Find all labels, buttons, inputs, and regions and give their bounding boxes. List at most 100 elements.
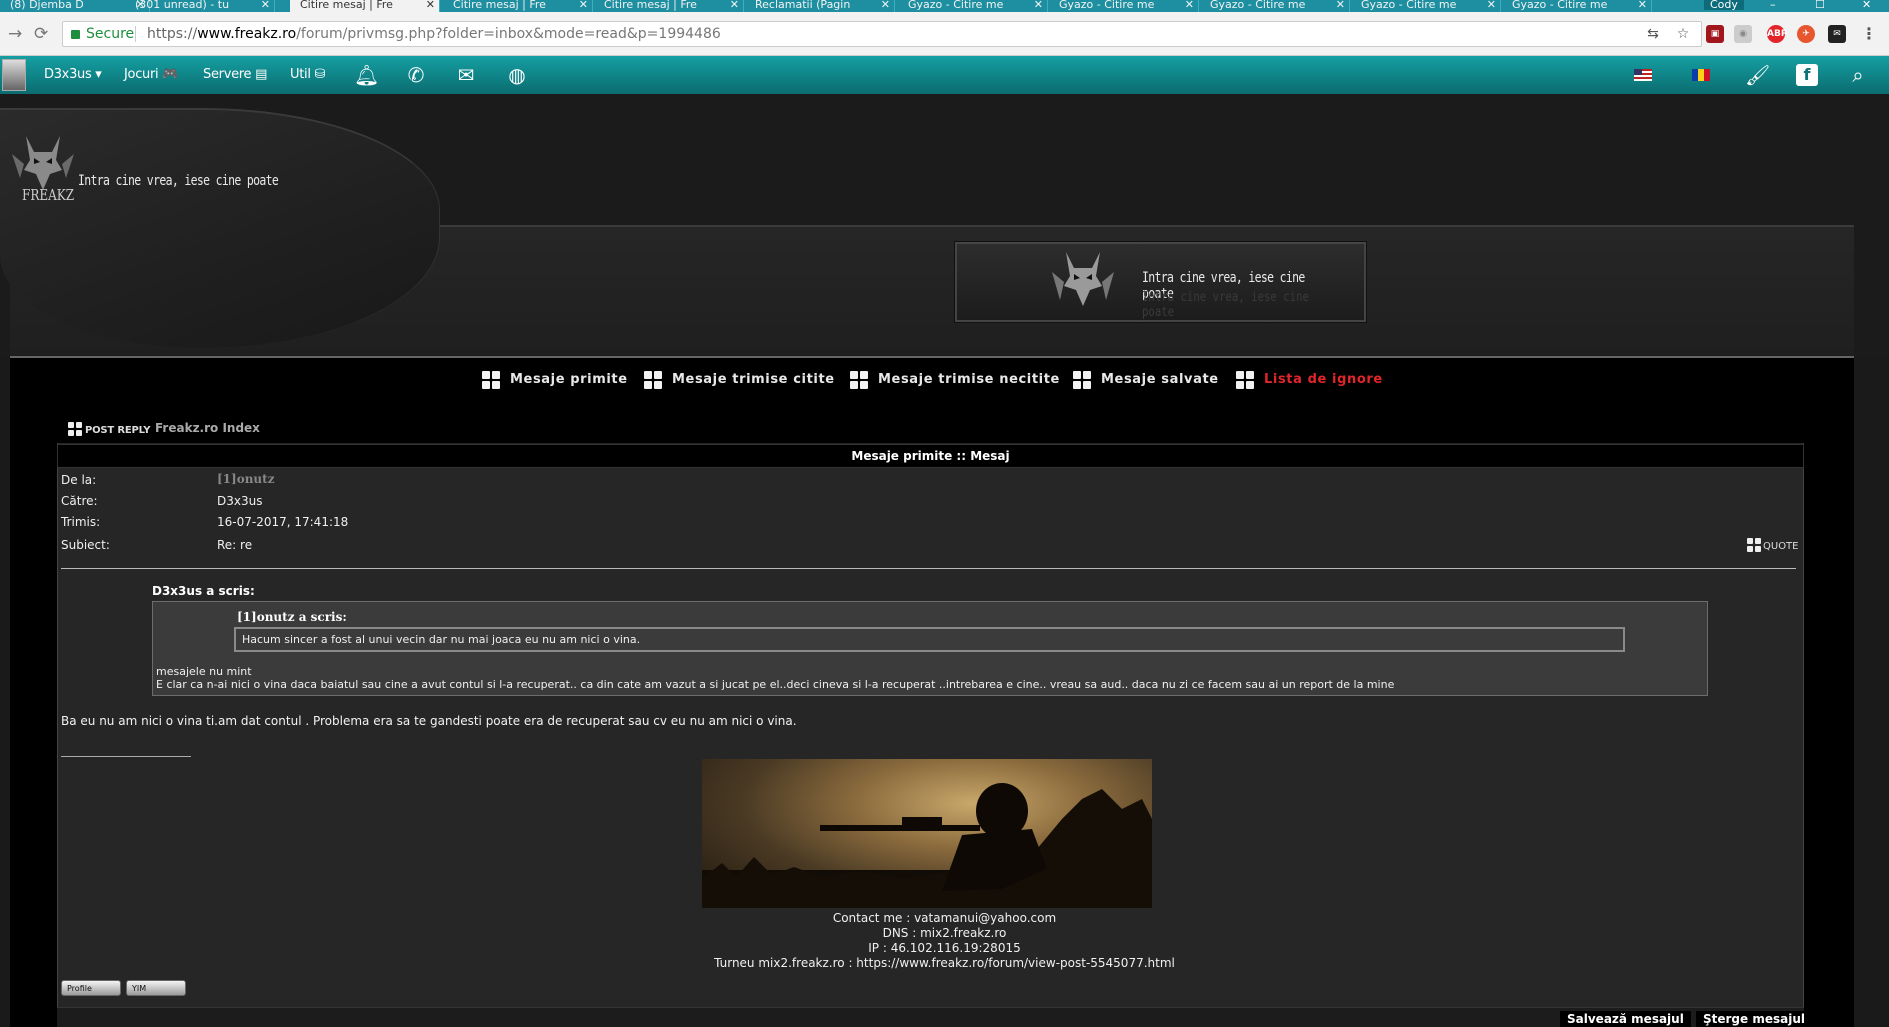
envelope-icon[interactable]: ✉ (455, 64, 477, 86)
secure-indicator[interactable]: Secure (71, 22, 134, 46)
close-window-icon[interactable]: ✕ (1862, 0, 1871, 10)
quote-text-line: mesajele nu mint (156, 665, 252, 678)
yim-button[interactable]: YIM (126, 980, 186, 996)
browser-tab[interactable]: Reclamatii (Pagin ✕ (745, 0, 895, 12)
bell-icon[interactable]: 🔔︎ (354, 64, 379, 86)
minimize-icon[interactable]: – (1770, 0, 1776, 10)
browser-tab-strip: (8) Djemba D ✕ (301 unread) - tu ✕ Citire … (0, 0, 1889, 12)
close-icon[interactable]: ✕ (261, 0, 270, 10)
quote-button[interactable]: QUOTE (1747, 538, 1799, 552)
close-icon[interactable]: ✕ (579, 0, 588, 10)
breadcrumb[interactable]: Freakz.ro Index (155, 421, 260, 435)
pm-nav-label: Mesaje salvate (1101, 372, 1219, 387)
phone-icon[interactable]: ✆ (405, 64, 427, 86)
quote-author: D3x3us a scris: (152, 584, 255, 598)
signature-contact: Contact me : vatamanui@yahoo.com (832, 911, 1057, 925)
tab-title: Gyazo - Citire me (1210, 0, 1306, 11)
pm-nav-sent-unread[interactable]: Mesaje trimise necitite (850, 371, 1060, 389)
header-banner[interactable]: Intra cine vrea, iese cine poate Intra c… (955, 242, 1366, 322)
close-icon[interactable]: ✕ (881, 0, 890, 10)
subject-label: Subiect: (61, 538, 110, 552)
address-bar[interactable]: Secure https://www.freakz.ro/forum/privm… (62, 21, 1702, 47)
url-scheme: https:// (147, 26, 198, 42)
close-icon[interactable]: ✕ (426, 0, 435, 10)
menu-icon[interactable]: ⋮ (1860, 25, 1878, 43)
message-actions-bar (57, 1007, 1804, 1027)
pm-nav-sent-read[interactable]: Mesaje trimise citite (644, 371, 835, 389)
reload-icon[interactable]: ⟳ (34, 24, 48, 44)
tab-title: Gyazo - Citire me (908, 0, 1004, 11)
close-icon[interactable]: ✕ (1336, 0, 1345, 10)
browser-tab[interactable]: Gyazo - Citire me ✕ (1502, 0, 1652, 12)
close-icon[interactable]: ✕ (1185, 0, 1194, 10)
us-flag-icon[interactable] (1634, 69, 1652, 81)
quote-icon (1747, 538, 1761, 552)
browser-tab[interactable]: Gyazo - Citire me ✕ (1351, 0, 1501, 12)
avatar[interactable] (2, 59, 26, 91)
brush-icon[interactable]: 🖌︎ (1745, 64, 1770, 86)
delete-message-button[interactable]: Şterge mesajul (1696, 1011, 1812, 1027)
reply-icon (68, 422, 82, 436)
signature-dns: DNS : mix2.freakz.ro (882, 926, 1007, 940)
browser-tab[interactable]: Citire mesaj | Fre ✕ (594, 0, 744, 12)
site-navbar: D3x3us ▾ Jocuri 🎮 Servere ▤ Util ⛁ 🔔︎ ✆ … (0, 56, 1889, 94)
pm-nav-saved[interactable]: Mesaje salvate (1073, 371, 1219, 389)
pm-nav-inbox[interactable]: Mesaje primite (482, 371, 628, 389)
back-arrow-icon[interactable]: → (8, 24, 22, 44)
browser-tab[interactable]: (301 unread) - tu ✕ (125, 0, 275, 12)
tab-title: Reclamatii (Pagin (755, 0, 851, 11)
browser-tab[interactable]: Gyazo - Citire me ✕ (1049, 0, 1199, 12)
tab-title: Gyazo - Citire me (1512, 0, 1608, 11)
message-body: Ba eu nu am nici o vina ti.am dat contul… (61, 714, 797, 728)
browser-tab[interactable]: Gyazo - Citire me ✕ (898, 0, 1048, 12)
inner-quote: Hacum sincer a fost al unui vecin dar nu… (234, 627, 1625, 652)
adblock-icon[interactable]: ABP (1767, 25, 1787, 43)
signature-tournament: Turneu mix2.freakz.ro : https://www.frea… (714, 956, 1175, 970)
url-text[interactable]: https://www.freakz.ro/forum/privmsg.php?… (147, 22, 721, 46)
url-path: /forum/privmsg.php?folder=inbox&mode=rea… (296, 26, 721, 42)
star-icon[interactable]: ☆ (1675, 26, 1691, 42)
folder-icon (850, 371, 868, 389)
divider (135, 26, 136, 42)
to-label: Către: (61, 494, 98, 508)
profile-button[interactable]: Profile (61, 980, 121, 996)
nav-util[interactable]: Util ⛁ (290, 56, 325, 94)
sniper-silhouette (702, 783, 1152, 908)
facebook-icon[interactable]: f (1796, 64, 1818, 86)
save-message-button[interactable]: Salvează mesajul (1560, 1011, 1691, 1027)
ro-flag-icon[interactable] (1692, 69, 1710, 81)
close-icon[interactable]: ✕ (1487, 0, 1496, 10)
message-header: Mesaje primite :: Mesaj (57, 444, 1804, 468)
search-icon[interactable]: ⌕ (1847, 64, 1869, 86)
close-icon[interactable]: ✕ (1034, 0, 1043, 10)
folder-icon (482, 371, 500, 389)
tab-title: Gyazo - Citire me (1361, 0, 1457, 11)
mail-extension-icon[interactable]: ✉ (1828, 25, 1846, 43)
close-icon[interactable]: ✕ (1638, 0, 1647, 10)
extension-icon[interactable]: ✈ (1797, 25, 1815, 43)
browser-tab[interactable]: Gyazo - Citire me ✕ (1200, 0, 1350, 12)
translate-icon[interactable]: ⇆ (1645, 26, 1661, 42)
tab-title: Citire mesaj | Fre (604, 0, 697, 11)
maximize-icon[interactable]: ☐ (1815, 0, 1825, 10)
pm-nav-label: Mesaje trimise necitite (878, 372, 1060, 387)
post-reply-button[interactable]: POST REPLY (68, 422, 150, 436)
to-user: D3x3us (217, 494, 263, 508)
close-icon[interactable]: ✕ (730, 0, 739, 10)
globe-icon[interactable]: ◍ (506, 64, 528, 86)
wolf-logo-icon[interactable] (12, 134, 74, 192)
signature-image (702, 759, 1152, 908)
browser-tab[interactable]: Citire mesaj | Fre ✕ (443, 0, 593, 12)
tab-title: (8) Djemba D (10, 0, 84, 11)
profile-chip[interactable]: Cody (1704, 0, 1744, 10)
quote-label: QUOTE (1763, 541, 1799, 552)
browser-tab-active[interactable]: Citire mesaj | Fre ✕ (290, 0, 440, 12)
extension-icon[interactable]: ▣ (1706, 25, 1724, 43)
nav-servere[interactable]: Servere ▤ (203, 56, 267, 94)
nav-jocuri[interactable]: Jocuri 🎮 (124, 56, 178, 94)
secure-label: Secure (86, 26, 135, 42)
pm-nav-ignore-list[interactable]: Lista de ignore (1236, 371, 1383, 389)
nav-user-menu[interactable]: D3x3us ▾ (44, 56, 102, 94)
extension-icon[interactable]: ◉ (1734, 25, 1752, 43)
from-user-link[interactable]: [1]onutz (217, 472, 275, 486)
